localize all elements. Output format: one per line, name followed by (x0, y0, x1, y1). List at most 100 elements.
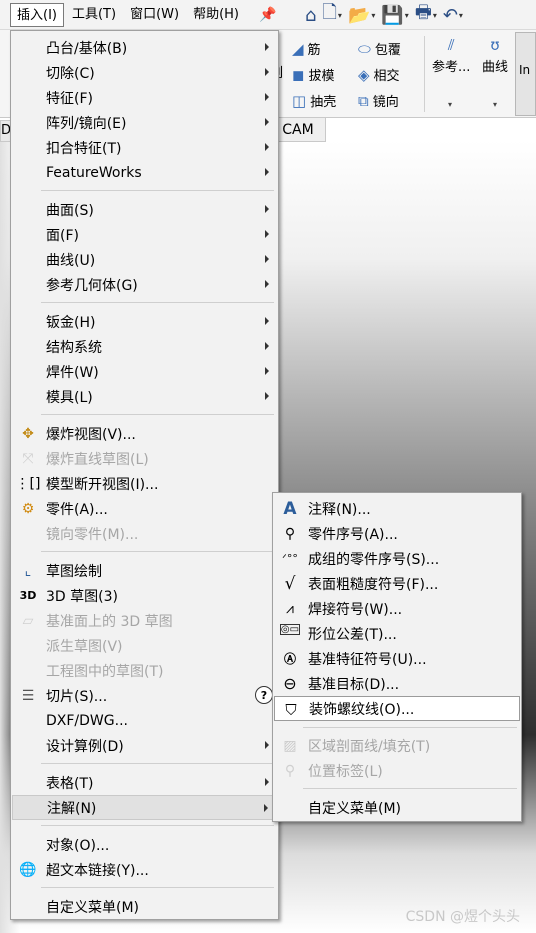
menu-item-structure-system[interactable]: 结构系统 (12, 334, 277, 359)
curves-button[interactable]: ʊ 曲线 (482, 36, 508, 75)
menu-item-object[interactable]: 对象(O)... (12, 832, 277, 857)
menu-item-features[interactable]: 特征(F) (12, 85, 277, 110)
menu-item-dxf-dwg[interactable]: DXF/DWG... (12, 708, 277, 733)
pin-icon[interactable]: 📌 (259, 7, 276, 23)
submenu-arrow-icon (265, 118, 269, 126)
menu-insert[interactable]: 插入(I) (10, 2, 64, 27)
shell-icon: ◫ (292, 91, 307, 110)
save-icon[interactable]: 💾 ▾ (381, 5, 408, 26)
menu-separator (41, 763, 274, 764)
menu-tools[interactable]: 工具(T) (66, 3, 122, 27)
submenu-item-area-hatch[interactable]: ▨ 区域剖面线/填充(T) (274, 733, 520, 758)
menu-item-explode-line-sketch[interactable]: ⤧ 爆炸直线草图(L) (12, 446, 277, 471)
menu-item-molds[interactable]: 模具(L) (12, 384, 277, 409)
menu-item-surface[interactable]: 曲面(S) (12, 197, 277, 222)
submenu-arrow-icon (265, 168, 269, 176)
break-view-icon: ⋮[] (15, 475, 41, 492)
rib-icon: ◢ (292, 39, 304, 58)
menu-item-3d-sketch[interactable]: 3D 3D 草图(3) (12, 583, 277, 608)
quick-access-toolbar: ⌂ 🗋 ▾ 📂 ▾ 💾 ▾ 🖶 ▾ ↶ ▾ (305, 2, 463, 28)
menu-item-slicing[interactable]: ☰ 切片(S)...? (12, 683, 277, 708)
menu-item-fastening-features[interactable]: 扣合特征(T) (12, 135, 277, 160)
submenu-arrow-icon (265, 342, 269, 350)
annotations-submenu: A 注释(N)... ⚲ 零件序号(A)... ᐟ°° 成组的零件序号(S)... √… (272, 492, 522, 822)
stacked-balloon-icon: ᐟ°° (282, 552, 298, 565)
menu-item-exploded-view[interactable]: ✥ 爆炸视图(V)... (12, 421, 277, 446)
menu-item-3d-sketch-on-plane[interactable]: ▱ 基准面上的 3D 草图 (12, 608, 277, 633)
menu-item-sketch[interactable]: ⌞ 草图绘制 (12, 558, 277, 583)
mirror-button[interactable]: ⧉ 镜向 (358, 91, 399, 111)
slicing-icon: ☰ (21, 687, 35, 704)
sketch-icon: ⌞ (24, 562, 32, 579)
menu-item-pattern-mirror[interactable]: 阵列/镜向(E) (12, 110, 277, 135)
draft-icon: ◼ (292, 65, 305, 84)
menu-item-cut[interactable]: 切除(C) (12, 60, 277, 85)
datum-target-icon: ⊖ (283, 674, 297, 693)
submenu-item-balloon[interactable]: ⚲ 零件序号(A)... (274, 521, 520, 546)
submenu-item-stacked-balloon[interactable]: ᐟ°° 成组的零件序号(S)... (274, 546, 520, 571)
submenu-item-note[interactable]: A 注释(N)... (274, 496, 520, 521)
submenu-arrow-icon (265, 143, 269, 151)
cosmetic-thread-icon: ⛉ (285, 700, 297, 719)
submenu-item-surface-finish[interactable]: √ 表面粗糙度符号(F)... (274, 571, 520, 596)
menu-item-boss-base[interactable]: 凸台/基体(B) (12, 35, 277, 60)
print-icon[interactable]: 🖶 ▾ (415, 0, 437, 30)
submenu-item-customize-menu[interactable]: 自定义菜单(M) (274, 795, 520, 820)
menu-item-customize-menu[interactable]: 自定义菜单(M) (12, 894, 277, 919)
menu-separator (41, 887, 274, 888)
submenu-arrow-icon (265, 230, 269, 238)
menu-item-featureworks[interactable]: FeatureWorks (12, 160, 277, 185)
rib-button[interactable]: ◢ 筋 (292, 39, 321, 59)
open-folder-icon[interactable]: 📂 ▾ (348, 5, 375, 26)
reference-geometry-button[interactable]: ⫽ 参考... (432, 36, 470, 75)
surface-finish-icon: √ (284, 573, 296, 594)
menu-item-reference-geometry[interactable]: 参考几何体(G) (12, 272, 277, 297)
menu-item-mirror-part[interactable]: 镜向零件(M)... (12, 521, 277, 546)
menu-item-design-study[interactable]: 设计算例(D) (12, 733, 277, 758)
intersect-button[interactable]: ◈ 相交 (358, 65, 400, 85)
undo-icon[interactable]: ↶ ▾ (443, 5, 463, 26)
datum-feature-icon: Ⓐ (283, 652, 296, 666)
menu-separator (303, 727, 517, 728)
draft-button[interactable]: ◼ 拔模 (292, 65, 334, 85)
submenu-item-datum-target[interactable]: ⊖ 基准目标(D)... (274, 671, 520, 696)
menu-item-curve[interactable]: 曲线(U) (12, 247, 277, 272)
shell-button[interactable]: ◫ 抽壳 (292, 91, 336, 111)
help-icon[interactable]: ? (255, 686, 273, 704)
submenu-item-geometric-tolerance[interactable]: ◎▭ 形位公差(T)... (274, 621, 520, 646)
ribbon-side-tab[interactable]: In (515, 32, 536, 116)
menu-item-face[interactable]: 面(F) (12, 222, 277, 247)
menu-item-weldments[interactable]: 焊件(W) (12, 359, 277, 384)
menu-item-hyperlink[interactable]: 🌐 超文本链接(Y)... (12, 857, 277, 882)
menu-help[interactable]: 帮助(H) (187, 3, 245, 27)
menu-item-tables[interactable]: 表格(T) (12, 770, 277, 795)
ribbon-divider (424, 36, 425, 112)
chevron-down-icon[interactable]: ▾ (493, 100, 497, 109)
home-icon[interactable]: ⌂ (305, 5, 316, 26)
menu-item-derived-sketch[interactable]: 派生草图(V) (12, 633, 277, 658)
exploded-view-icon: ✥ (22, 425, 34, 442)
wrap-button[interactable]: ⬭ 包覆 (358, 39, 401, 59)
menu-item-part[interactable]: ⚙ 零件(A)... (12, 496, 277, 521)
submenu-arrow-icon (265, 255, 269, 263)
submenu-item-weld-symbol[interactable]: ⩘ 焊接符号(W)... (274, 596, 520, 621)
menu-item-sheet-metal[interactable]: 钣金(H) (12, 309, 277, 334)
wrap-icon: ⬭ (358, 39, 371, 58)
menu-item-annotations[interactable]: 注解(N) (12, 795, 277, 820)
balloon-icon: ⚲ (284, 525, 296, 542)
menu-window[interactable]: 窗口(W) (124, 3, 185, 27)
curves-icon: ʊ (490, 36, 500, 54)
new-doc-icon[interactable]: 🗋 ▾ (322, 0, 342, 30)
submenu-arrow-icon (265, 43, 269, 51)
watermark: CSDN @煜个头头 (405, 909, 520, 925)
submenu-item-datum-feature[interactable]: Ⓐ 基准特征符号(U)... (274, 646, 520, 671)
menu-item-model-break-view[interactable]: ⋮[] 模型断开视图(I)... (12, 471, 277, 496)
menu-separator (41, 302, 274, 303)
submenu-item-cosmetic-thread[interactable]: ⛉ 装饰螺纹线(O)... (274, 696, 520, 721)
submenu-item-location-label[interactable]: ⚲ 位置标签(L) (274, 758, 520, 783)
chevron-down-icon[interactable]: ▾ (448, 100, 452, 109)
menu-item-sketch-from-drawing[interactable]: 工程图中的草图(T) (12, 658, 277, 683)
menu-separator (41, 825, 274, 826)
menu-separator (41, 414, 274, 415)
submenu-arrow-icon (265, 93, 269, 101)
